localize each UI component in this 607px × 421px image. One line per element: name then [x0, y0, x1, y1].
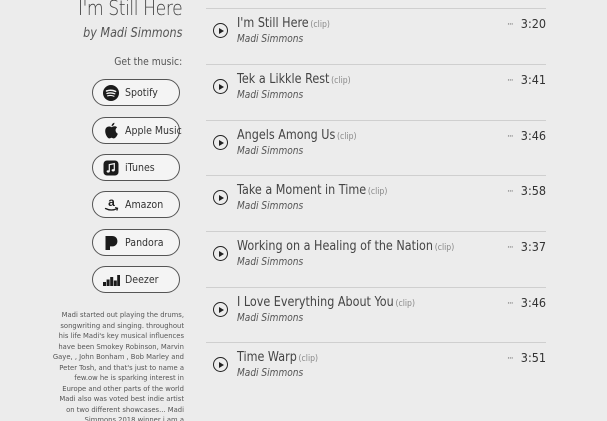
track-duration: 3:37 — [520, 239, 546, 254]
more-options-icon[interactable]: ··· — [507, 76, 514, 86]
track-row: Tek a Likkle Rest (clip) Madi Simmons ···… — [206, 64, 546, 121]
play-icon[interactable] — [213, 190, 228, 205]
more-options-icon[interactable]: ··· — [507, 354, 514, 364]
track-duration: 3:51 — [520, 350, 546, 365]
artist-byline: by Madi Simmons — [82, 26, 182, 41]
spotify-icon — [101, 83, 121, 103]
track-title[interactable]: I Love Everything About You — [237, 295, 394, 310]
more-options-icon[interactable]: ··· — [507, 299, 514, 309]
more-options-icon[interactable]: ··· — [507, 243, 514, 253]
spotify-button[interactable]: Spotify — [92, 79, 180, 106]
pandora-label: Pandora — [125, 236, 164, 249]
track-duration: 3:20 — [520, 16, 546, 31]
play-icon[interactable] — [213, 357, 228, 372]
track-title-line[interactable]: Angels Among Us (clip) — [237, 128, 357, 143]
track-row: Time Warp (clip) Madi Simmons ··· 3:51 — [206, 342, 546, 399]
clip-tag: (clip) — [337, 132, 357, 142]
track-title-line[interactable]: Working on a Healing of the Nation (clip) — [237, 239, 454, 254]
track-duration: 3:46 — [520, 128, 546, 143]
more-options-icon[interactable]: ··· — [507, 20, 514, 30]
clip-tag: (clip) — [331, 76, 351, 86]
track-row: Take a Moment in Time (clip) Madi Simmons… — [206, 175, 546, 232]
apple-icon — [101, 121, 121, 141]
track-title-line[interactable]: I Love Everything About You (clip) — [237, 295, 415, 310]
track-artist: Madi Simmons — [237, 89, 304, 101]
track-artist: Madi Simmons — [237, 33, 304, 45]
amazon-icon: a — [101, 195, 121, 215]
album-page: I'm Still Here by Madi Simmons Get the m… — [0, 0, 607, 421]
track-artist: Madi Simmons — [237, 312, 304, 324]
track-artist: Madi Simmons — [237, 200, 304, 212]
track-title-line[interactable]: Take a Moment in Time (clip) — [237, 183, 387, 198]
track-row: Angels Among Us (clip) Madi Simmons ··· 3… — [206, 120, 546, 177]
play-icon[interactable] — [213, 246, 228, 261]
track-title[interactable]: Tek a Likkle Rest — [237, 72, 329, 87]
track-duration: 3:46 — [520, 295, 546, 310]
track-duration: 3:58 — [520, 183, 546, 198]
play-icon[interactable] — [213, 302, 228, 317]
track-row: I Love Everything About You (clip) Madi S… — [206, 287, 546, 344]
artist-bio: Madi started out playing the drums, song… — [52, 310, 184, 421]
track-title[interactable]: Working on a Healing of the Nation — [237, 239, 433, 254]
track-artist: Madi Simmons — [237, 367, 304, 379]
track-title[interactable]: I'm Still Here — [237, 16, 309, 31]
track-title[interactable]: Take a Moment in Time — [237, 183, 366, 198]
track-row: I'm Still Here (clip) Madi Simmons ··· 3:… — [206, 8, 546, 65]
track-artist: Madi Simmons — [237, 256, 304, 268]
play-icon[interactable] — [213, 135, 228, 150]
track-title-line[interactable]: I'm Still Here (clip) — [237, 16, 330, 31]
clip-tag: (clip) — [395, 299, 415, 309]
album-title: I'm Still Here — [77, 0, 183, 20]
itunes-icon — [101, 158, 121, 178]
itunes-button[interactable]: iTunes — [92, 154, 180, 181]
deezer-icon — [101, 270, 121, 290]
clip-tag: (clip) — [367, 187, 388, 197]
get-music-label: Get the music: — [114, 56, 182, 68]
deezer-label: Deezer — [125, 273, 159, 286]
track-title[interactable]: Angels Among Us — [237, 128, 335, 143]
play-icon[interactable] — [213, 79, 228, 94]
track-row: Working on a Healing of the Nation (clip)… — [206, 231, 546, 288]
pandora-button[interactable]: Pandora — [92, 229, 180, 256]
track-title-line[interactable]: Time Warp (clip) — [237, 350, 318, 365]
play-icon[interactable] — [213, 23, 228, 38]
clip-tag: (clip) — [434, 243, 455, 253]
album-info-panel: I'm Still Here by Madi Simmons Get the m… — [0, 0, 190, 421]
track-title-line[interactable]: Tek a Likkle Rest (clip) — [237, 72, 351, 87]
deezer-button[interactable]: Deezer — [92, 266, 180, 293]
amazon-label: Amazon — [125, 198, 164, 211]
more-options-icon[interactable]: ··· — [507, 132, 514, 142]
apple-music-label: Apple Music — [125, 124, 182, 137]
amazon-button[interactable]: a Amazon — [92, 191, 180, 218]
more-options-icon[interactable]: ··· — [507, 187, 514, 197]
svg-text:a: a — [108, 196, 115, 209]
pandora-icon — [101, 233, 121, 253]
clip-tag: (clip) — [310, 20, 330, 30]
spotify-label: Spotify — [125, 86, 158, 99]
itunes-label: iTunes — [125, 161, 155, 174]
track-title[interactable]: Time Warp — [237, 350, 297, 365]
track-artist: Madi Simmons — [237, 145, 304, 157]
clip-tag: (clip) — [298, 354, 319, 364]
track-duration: 3:41 — [520, 72, 546, 87]
apple-music-button[interactable]: Apple Music — [92, 117, 182, 144]
